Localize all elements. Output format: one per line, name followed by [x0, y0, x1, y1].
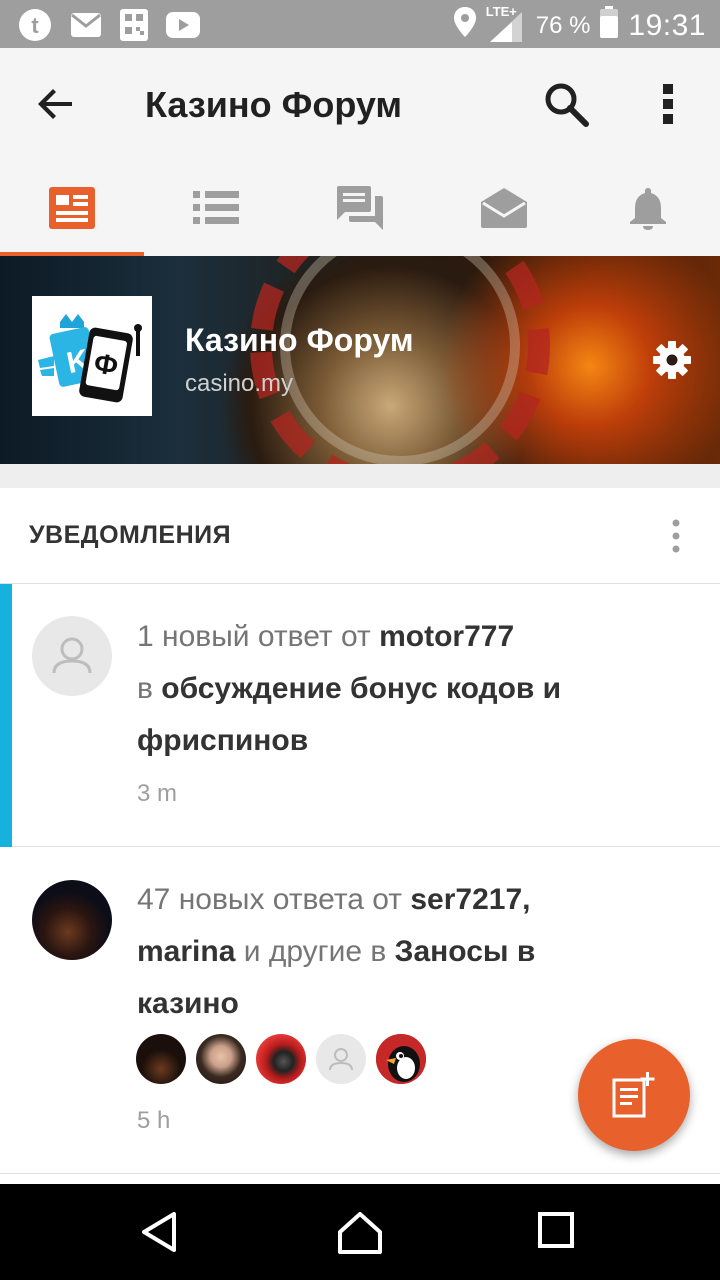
status-bar: t LTE+ 76 % 19:31 [0, 0, 720, 48]
avatar[interactable] [32, 880, 112, 960]
notification-prefix: 47 новых ответа от [137, 883, 411, 916]
section-menu-button[interactable] [668, 518, 684, 554]
notification-text: 47 новых ответа от ser7217, marina и дру… [137, 874, 607, 1030]
mail-icon [70, 12, 102, 43]
notification-connector: и другие в [235, 935, 395, 968]
section-divider [0, 464, 720, 488]
back-button[interactable] [32, 80, 80, 128]
svg-text:t: t [31, 13, 39, 38]
tab-notifications[interactable] [576, 160, 720, 256]
forum-url: casino.my [185, 370, 294, 397]
tab-messages[interactable] [432, 160, 576, 256]
network-type: LTE+ [485, 3, 517, 19]
list-icon [193, 191, 239, 224]
feed-icon [49, 187, 95, 229]
forum-name: Казино Форум [185, 322, 414, 358]
notification-prefix: 1 новый ответ от [137, 620, 380, 653]
new-topic-button[interactable] [578, 1039, 690, 1151]
back-arrow-icon [38, 89, 72, 119]
notification-connector: в [137, 672, 162, 705]
toolbar: Казино Форум [0, 48, 720, 160]
notification-time: 5 h [137, 1107, 171, 1134]
avatar[interactable] [32, 616, 112, 696]
nav-home-button[interactable] [332, 1204, 388, 1260]
mail-open-icon [481, 188, 527, 228]
search-icon [545, 83, 589, 127]
tab-bar [0, 160, 720, 256]
more-vert-icon [672, 519, 680, 553]
notification-topic[interactable]: обсуждение бонус кодов и фриспинов [137, 672, 561, 757]
notification-user[interactable]: marina [137, 935, 235, 968]
notification-user[interactable]: ser7217, [410, 883, 530, 916]
battery-icon [600, 6, 619, 45]
notification-time: 3 m [137, 780, 178, 807]
search-button[interactable] [542, 80, 590, 128]
nav-home-icon [338, 1212, 382, 1254]
lte-signal-icon: LTE+ [486, 4, 526, 44]
settings-button[interactable] [652, 340, 692, 380]
nav-back-icon [142, 1212, 176, 1252]
new-post-icon [612, 1072, 655, 1118]
avatar[interactable] [136, 1034, 186, 1084]
notification-user[interactable]: motor777 [379, 620, 514, 653]
tab-forum[interactable] [288, 160, 432, 256]
forum-banner: K Ф Казино Форум casino.my [0, 256, 720, 464]
nav-back-button[interactable] [132, 1204, 188, 1260]
penguin-avatar-icon [376, 1034, 426, 1084]
overflow-menu-button[interactable] [652, 80, 684, 128]
notifications-header: УВЕДОМЛЕНИЯ [0, 488, 720, 584]
app-bar: Казино Форум [0, 48, 720, 256]
avatar[interactable] [376, 1034, 426, 1084]
tab-feed[interactable] [0, 160, 144, 256]
casino-forum-logo-icon: K Ф [38, 314, 142, 403]
notification-text: 1 новый ответ от motor777 в обсуждение б… [137, 611, 607, 767]
unread-indicator [0, 584, 12, 847]
location-icon [453, 7, 476, 44]
nav-recents-button[interactable] [532, 1204, 588, 1260]
section-title: УВЕДОМЛЕНИЯ [29, 521, 232, 549]
user-placeholder-icon [52, 637, 92, 674]
more-vert-icon [663, 84, 673, 124]
tab-list[interactable] [144, 160, 288, 256]
user-placeholder-icon [329, 1048, 353, 1071]
clock: 19:31 [628, 8, 706, 42]
bell-icon [630, 188, 666, 230]
notification-item[interactable]: 1 новый ответ от motor777 в обсуждение б… [0, 584, 720, 847]
avatar[interactable] [196, 1034, 246, 1084]
forum-icon [337, 186, 383, 230]
system-nav-bar [0, 1184, 720, 1280]
page-title: Казино Форум [145, 84, 403, 125]
gear-icon [653, 341, 691, 379]
tumblr-icon: t [18, 8, 52, 47]
nav-recents-icon [538, 1212, 574, 1248]
avatar[interactable] [256, 1034, 306, 1084]
battery-percent: 76 % [535, 11, 591, 39]
youtube-icon [166, 12, 200, 43]
qr-code-icon [120, 9, 148, 46]
avatar[interactable] [316, 1034, 366, 1084]
forum-logo: K Ф [32, 296, 152, 416]
participant-avatars [136, 1034, 426, 1084]
